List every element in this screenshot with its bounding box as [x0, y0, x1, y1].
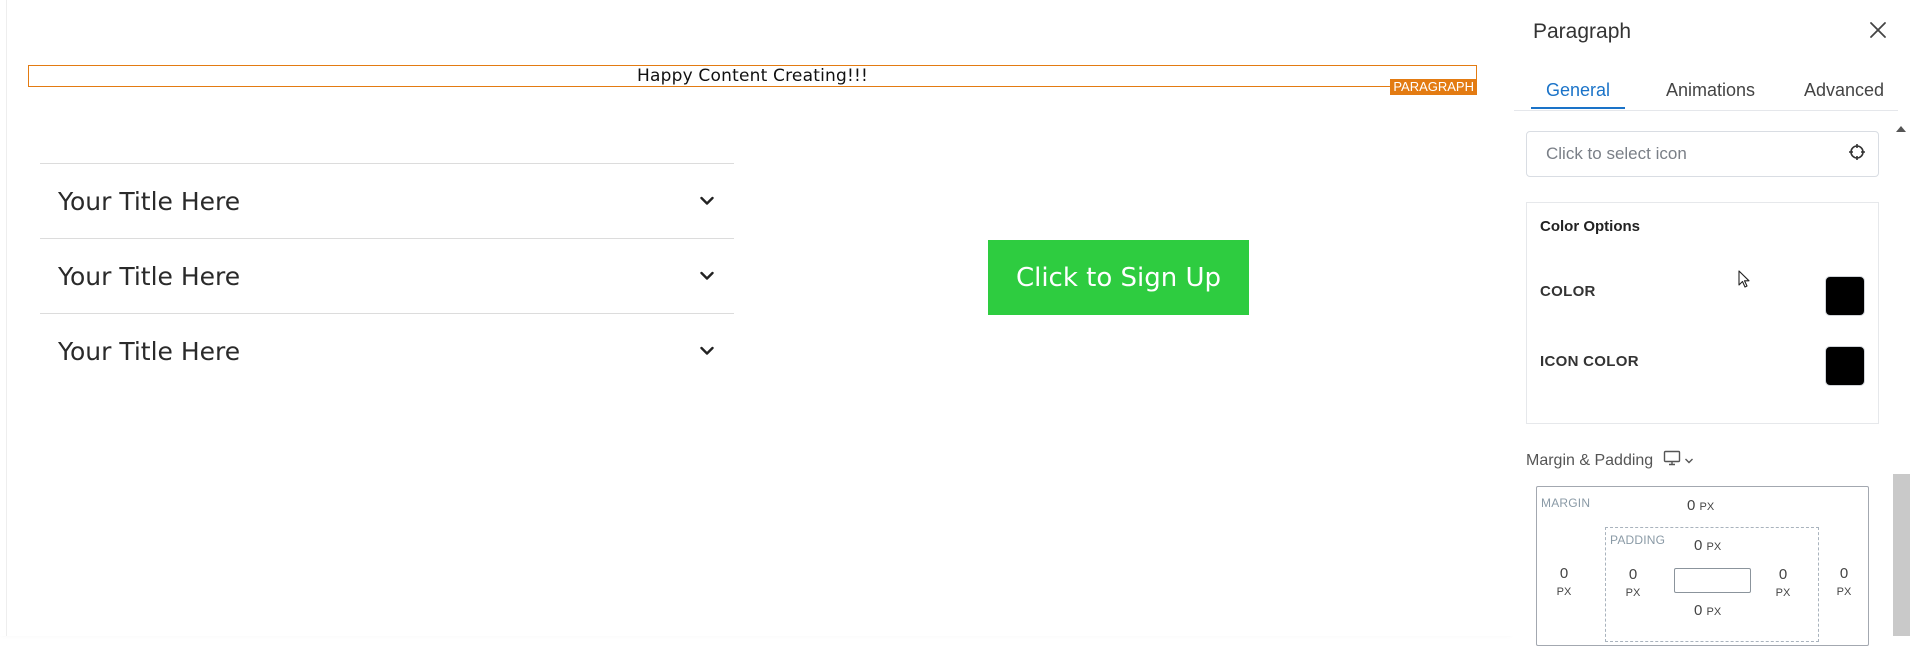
accordion-item-title: Your Title Here	[58, 186, 241, 216]
margin-padding-label: Margin & Padding	[1526, 451, 1654, 469]
close-icon[interactable]	[1866, 18, 1890, 42]
icon-select-placeholder: Click to select icon	[1546, 144, 1687, 163]
desktop-icon	[1663, 450, 1681, 471]
accordion-item-title: Your Title Here	[58, 336, 241, 366]
padding-label: PADDING	[1610, 533, 1666, 547]
icon-color-swatch[interactable]	[1825, 346, 1865, 386]
padding-right-value[interactable]: 0 PX	[1768, 566, 1798, 602]
accordion-item[interactable]: Your Title Here	[40, 163, 734, 238]
crosshair-icon[interactable]	[1848, 143, 1866, 166]
padding-top-value[interactable]: 0 PX	[1694, 537, 1721, 554]
panel-scrollbar[interactable]	[1893, 474, 1910, 636]
chevron-down-icon[interactable]	[700, 194, 714, 208]
mouse-pointer-icon	[1738, 270, 1752, 295]
panel-tabs: General Animations Advanced	[1514, 74, 1898, 111]
margin-top-value[interactable]: 0 PX	[1687, 497, 1714, 514]
chevron-down-icon[interactable]	[700, 344, 714, 358]
margin-padding-header: Margin & Padding	[1526, 450, 1694, 471]
accordion-item[interactable]: Your Title Here	[40, 313, 734, 388]
icon-color-label: ICON COLOR	[1540, 353, 1639, 370]
paragraph-widget[interactable]: Happy Content Creating!!! PARAGRAPH	[28, 65, 1477, 95]
padding-box: PADDING 0 PX 0 PX 0 PX 0 PX	[1605, 527, 1819, 642]
paragraph-widget-tag: PARAGRAPH	[1390, 79, 1477, 95]
color-swatch[interactable]	[1825, 276, 1865, 316]
margin-box: MARGIN 0 PX 0 PX 0 PX PADDING 0 PX 0 PX 0 PX…	[1536, 486, 1869, 646]
color-options-section: Color Options COLOR ICON COLOR	[1526, 202, 1879, 424]
color-options-title: Color Options	[1540, 218, 1640, 235]
margin-left-value[interactable]: 0 PX	[1549, 565, 1579, 601]
accordion-widget: Your Title Here Your Title Here Your Tit…	[40, 163, 734, 388]
content-size-input[interactable]	[1674, 568, 1751, 593]
color-label: COLOR	[1540, 283, 1596, 300]
scroll-up-arrow-icon[interactable]	[1896, 126, 1906, 132]
icon-select-field[interactable]: Click to select icon	[1526, 131, 1879, 177]
margin-right-value[interactable]: 0 PX	[1829, 565, 1859, 601]
editor-canvas: Happy Content Creating!!! PARAGRAPH Your…	[0, 0, 1509, 636]
tab-general[interactable]: General	[1531, 74, 1626, 109]
padding-bottom-value[interactable]: 0 PX	[1694, 602, 1721, 619]
paragraph-text[interactable]: Happy Content Creating!!!	[637, 66, 868, 86]
tab-animations[interactable]: Animations	[1666, 74, 1755, 110]
canvas-edge	[6, 0, 7, 636]
padding-left-value[interactable]: 0 PX	[1618, 566, 1648, 602]
chevron-down-icon[interactable]	[700, 269, 714, 283]
accordion-item[interactable]: Your Title Here	[40, 238, 734, 313]
chevron-down-icon	[1684, 452, 1694, 470]
accordion-item-title: Your Title Here	[58, 261, 241, 291]
tab-advanced[interactable]: Advanced	[1804, 74, 1884, 110]
device-selector[interactable]	[1663, 450, 1694, 471]
margin-label: MARGIN	[1541, 496, 1591, 510]
panel-title: Paragraph	[1533, 20, 1632, 43]
sign-up-button[interactable]: Click to Sign Up	[988, 240, 1249, 315]
